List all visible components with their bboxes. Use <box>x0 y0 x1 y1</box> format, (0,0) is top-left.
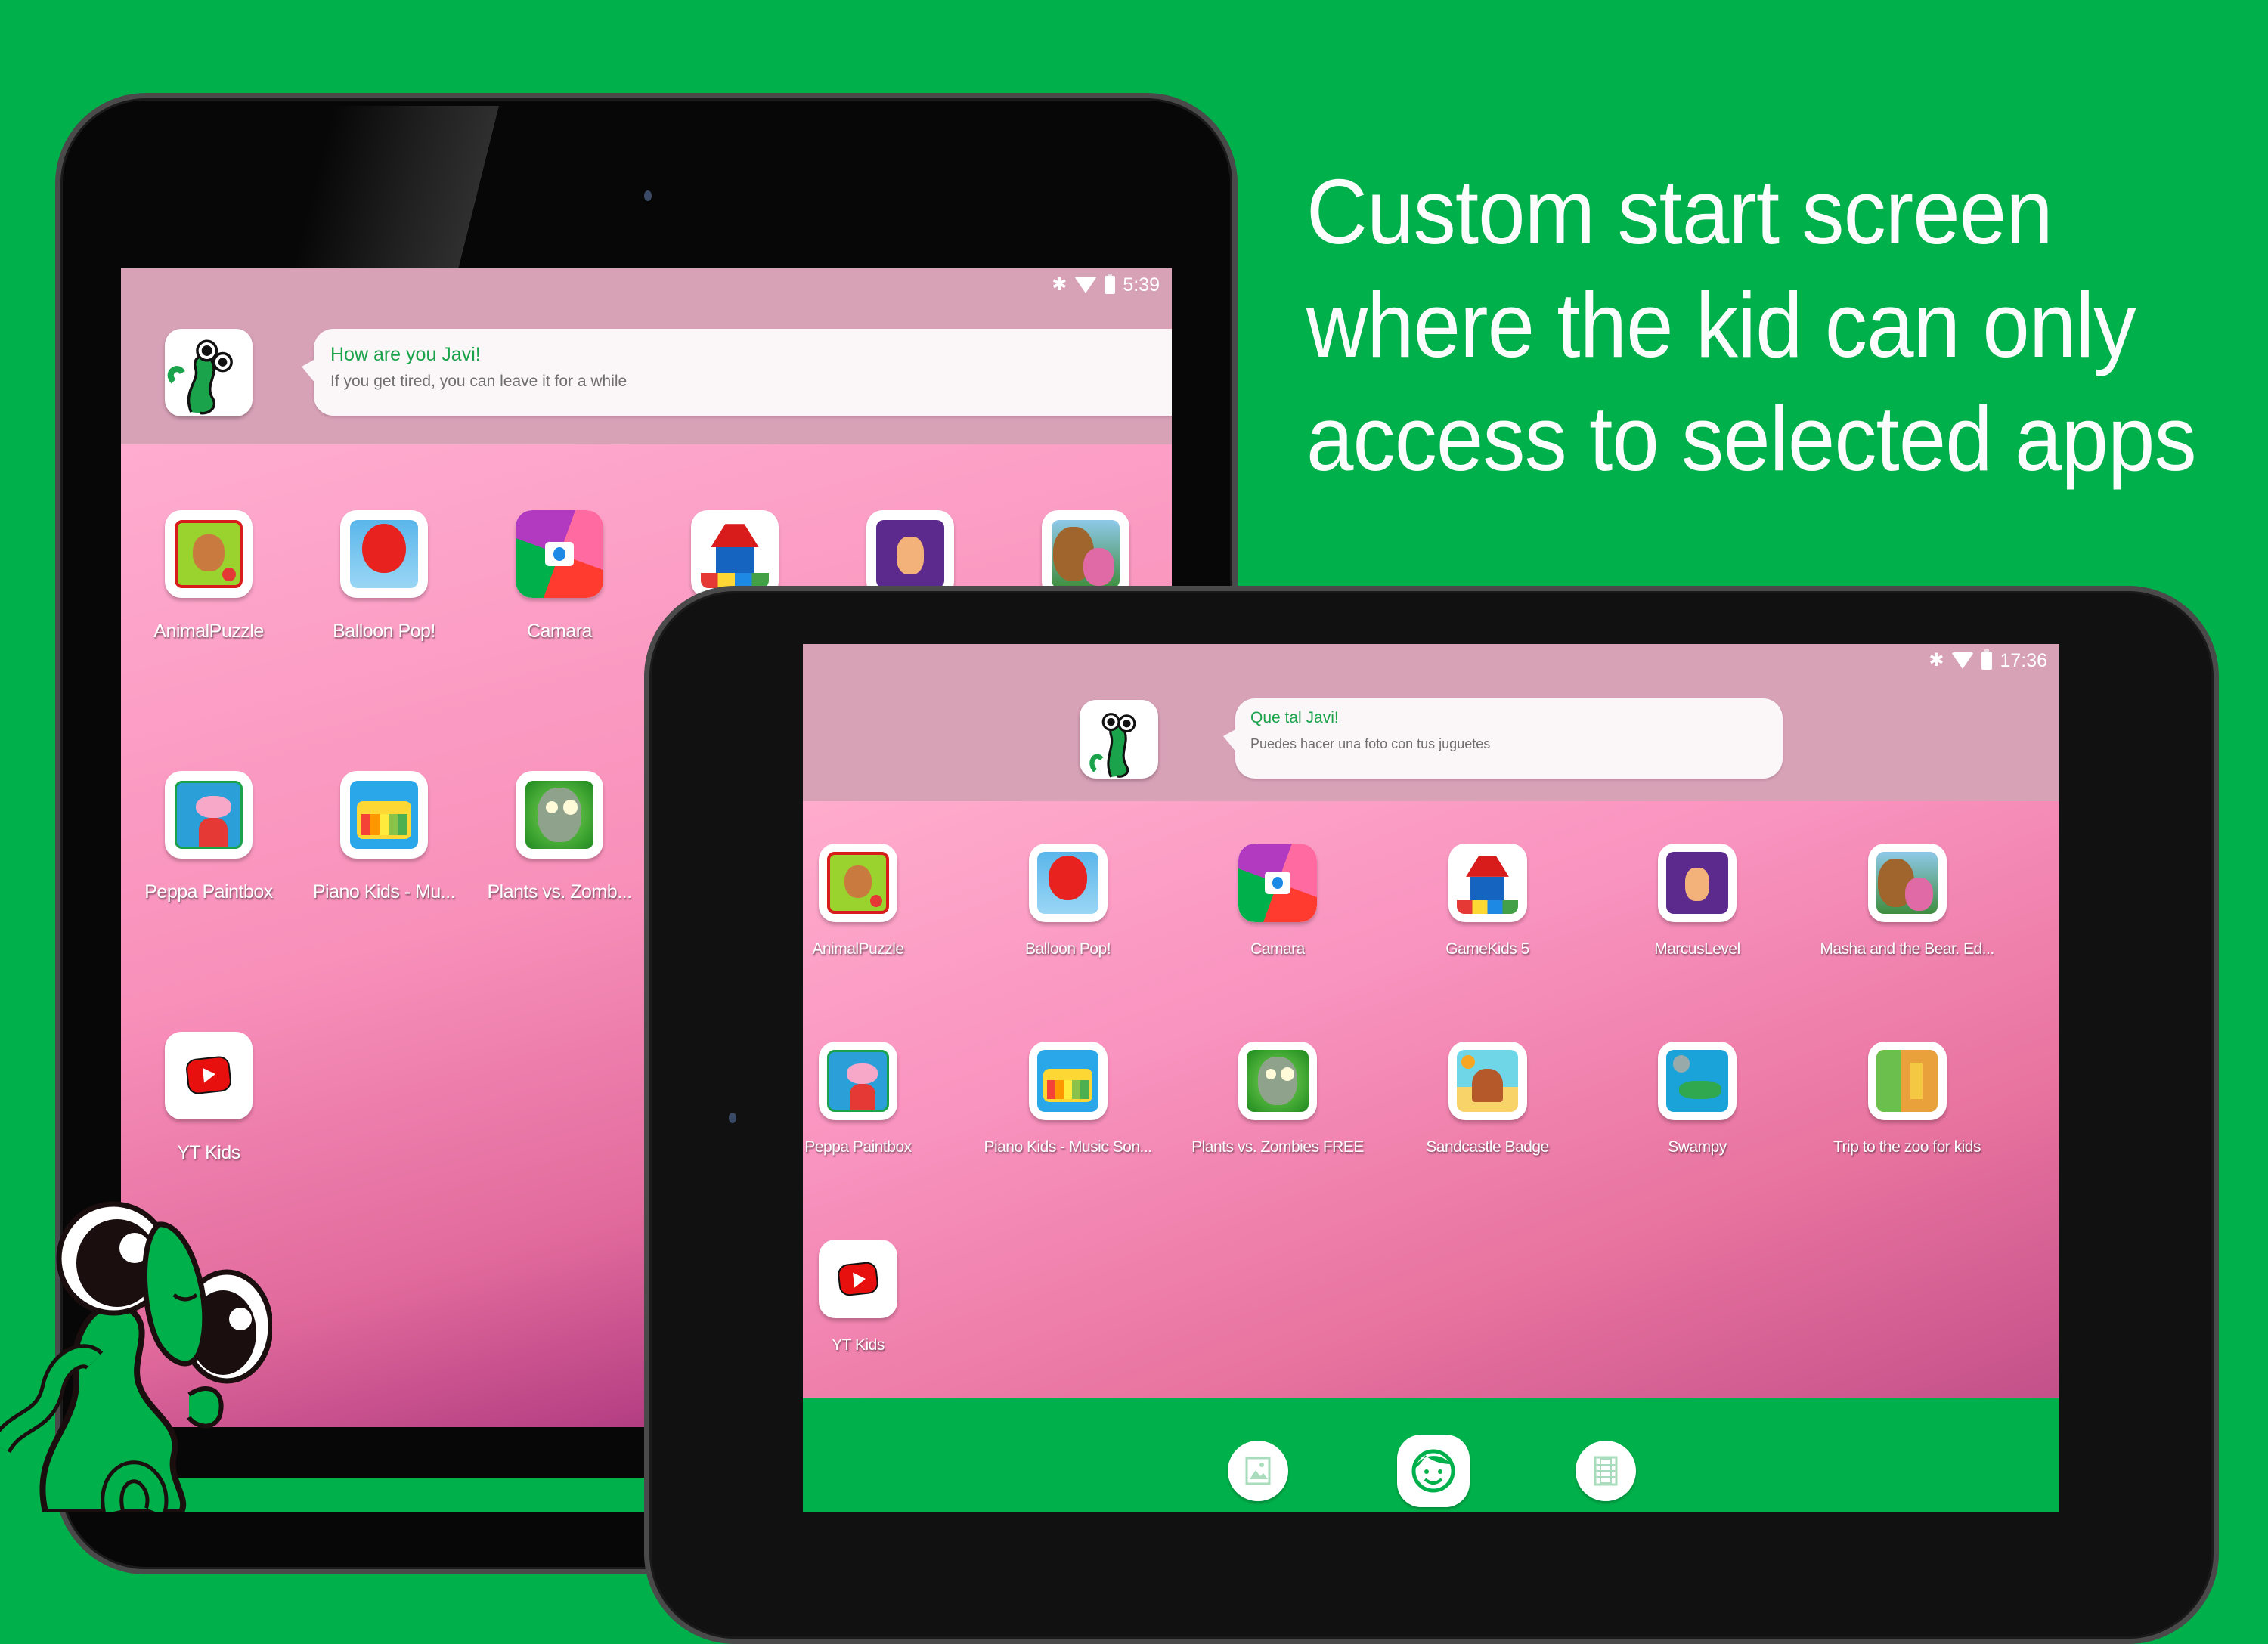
app-label: Trip to the zoo for kids <box>1833 1138 1981 1156</box>
nav-home-button[interactable] <box>1397 1435 1470 1507</box>
greeting-title: Que tal Javi! <box>1250 709 1339 726</box>
app-peppa-paintbox[interactable]: Peppa Paintbox <box>803 1042 956 1156</box>
app-label: GameKids 5 <box>1445 940 1529 958</box>
greeting-bubble: How are you Javi! If you get tired, you … <box>302 329 1172 416</box>
gamekids-house-icon[interactable] <box>691 510 779 598</box>
front-camera <box>729 1113 736 1123</box>
app-label: MarcusLevel <box>1654 940 1740 958</box>
bluetooth-icon: ✱ <box>1052 274 1067 295</box>
app-label: Plants vs. Zomb... <box>487 881 632 902</box>
mascot-avatar[interactable] <box>165 329 253 416</box>
app-label: YT Kids <box>832 1336 885 1354</box>
app-masha-and-the-bear-ed[interactable]: Masha and the Bear. Ed... <box>1809 844 2006 958</box>
image-icon <box>1245 1457 1271 1485</box>
app-yt-kids[interactable]: YT Kids <box>122 1032 296 1164</box>
sandcastle-icon[interactable] <box>1448 1042 1527 1120</box>
camera-icon[interactable] <box>1238 844 1317 922</box>
youtube-kids-icon[interactable] <box>165 1032 253 1119</box>
gecko-mascot-illustration <box>0 1201 272 1512</box>
app-camara[interactable]: Camara <box>472 510 646 642</box>
zoo-icon[interactable] <box>1867 1042 1947 1120</box>
film-icon <box>1594 1456 1618 1486</box>
status-bar: ✱ 17:36 <box>1929 644 2059 677</box>
battery-icon <box>1105 274 1116 294</box>
gecko-icon <box>167 339 233 415</box>
camera-icon[interactable] <box>516 510 603 598</box>
app-piano-kids-mu[interactable]: Piano Kids - Mu... <box>297 771 471 903</box>
app-label: Swampy <box>1668 1138 1727 1156</box>
app-piano-kids-music-son[interactable]: Piano Kids - Music Son... <box>970 1042 1167 1156</box>
wifi-icon <box>1951 652 1975 669</box>
app-peppa-paintbox[interactable]: Peppa Paintbox <box>122 771 296 903</box>
headline-line-1: Custom start screen <box>1306 160 2053 263</box>
wifi-icon <box>1074 277 1098 293</box>
app-label: Piano Kids - Mu... <box>312 881 456 902</box>
monkey-puzzle-icon[interactable] <box>165 510 253 598</box>
app-plants-vs-zombies-free[interactable]: Plants vs. Zombies FREE <box>1179 1042 1376 1156</box>
monkey-puzzle-icon[interactable] <box>819 844 897 922</box>
app-gamekids-5[interactable]: GameKids 5 <box>1390 844 1586 958</box>
right-tablet-screen: ✱ 17:36 Que tal Javi! Puedes hacer una f… <box>803 644 2059 1512</box>
masha-bear-icon[interactable] <box>1867 844 1947 922</box>
app-trip-to-the-zoo-for-kids[interactable]: Trip to the zoo for kids <box>1809 1042 2006 1156</box>
masha-bear-icon[interactable] <box>1042 510 1129 598</box>
app-label: Camara <box>1250 940 1305 958</box>
marcus-level-icon[interactable] <box>866 510 954 598</box>
front-camera <box>644 190 652 201</box>
app-label: Balloon Pop! <box>1024 940 1111 958</box>
app-label: Plants vs. Zombies FREE <box>1191 1138 1364 1156</box>
swampy-icon[interactable] <box>1658 1042 1737 1120</box>
app-animalpuzzle[interactable]: AnimalPuzzle <box>803 844 956 958</box>
red-balloon-icon[interactable] <box>340 510 428 598</box>
app-label: AnimalPuzzle <box>812 940 904 958</box>
marcus-level-icon[interactable] <box>1658 844 1737 922</box>
greeting-message: Puedes hacer una foto con tus juguetes <box>1250 736 1491 751</box>
bottom-nav-bar <box>803 1398 2059 1512</box>
app-animalpuzzle[interactable]: AnimalPuzzle <box>122 510 296 642</box>
bluetooth-icon: ✱ <box>1929 650 1944 670</box>
status-time: 17:36 <box>2000 649 2047 671</box>
gamekids-house-icon[interactable] <box>1448 844 1527 922</box>
piano-icon[interactable] <box>340 771 428 859</box>
zombie-icon[interactable] <box>516 771 603 859</box>
peppa-pig-icon[interactable] <box>819 1042 897 1120</box>
app-yt-kids[interactable]: YT Kids <box>803 1240 956 1355</box>
greeting-title: How are you Javi! <box>330 344 481 365</box>
app-label: AnimalPuzzle <box>153 621 264 642</box>
app-label: Peppa Paintbox <box>144 881 273 902</box>
nav-gallery-button[interactable] <box>1228 1441 1288 1501</box>
app-label: Sandcastle Badge <box>1426 1138 1549 1156</box>
app-sandcastle-badge[interactable]: Sandcastle Badge <box>1390 1042 1586 1156</box>
headline-line-3: access to selected apps <box>1306 387 2197 490</box>
greeting-bubble: Que tal Javi! Puedes hacer una foto con … <box>1223 698 1783 779</box>
app-swampy[interactable]: Swampy <box>1599 1042 1796 1156</box>
headline: Custom start screen where the kid can on… <box>1306 155 2268 495</box>
nav-videos-button[interactable] <box>1576 1441 1636 1501</box>
app-label: Masha and the Bear. Ed... <box>1820 940 1994 958</box>
gecko-icon <box>1089 713 1136 778</box>
status-time: 5:39 <box>1123 274 1160 296</box>
app-label: YT Kids <box>177 1142 240 1163</box>
app-label: Peppa Paintbox <box>804 1138 912 1156</box>
app-label: Camara <box>527 621 592 642</box>
app-label: Piano Kids - Music Son... <box>984 1138 1152 1156</box>
peppa-pig-icon[interactable] <box>165 771 253 859</box>
app-label: Balloon Pop! <box>333 621 435 642</box>
app-plants-vs-zomb[interactable]: Plants vs. Zomb... <box>472 771 646 903</box>
app-balloon-pop[interactable]: Balloon Pop! <box>970 844 1167 958</box>
app-camara[interactable]: Camara <box>1179 844 1376 958</box>
greeting-message: If you get tired, you can leave it for a… <box>330 373 627 390</box>
headline-line-2: where the kid can only <box>1306 274 2136 376</box>
screen-glare <box>287 106 499 287</box>
app-balloon-pop[interactable]: Balloon Pop! <box>297 510 471 642</box>
app-marcuslevel[interactable]: MarcusLevel <box>1599 844 1796 958</box>
red-balloon-icon[interactable] <box>1028 844 1108 922</box>
mascot-avatar[interactable] <box>1080 700 1158 779</box>
zombie-icon[interactable] <box>1238 1042 1317 1120</box>
status-bar: ✱ 5:39 <box>1052 268 1172 302</box>
youtube-kids-icon[interactable] <box>819 1240 897 1318</box>
piano-icon[interactable] <box>1028 1042 1108 1120</box>
kid-face-icon <box>1411 1449 1455 1493</box>
battery-icon <box>1981 649 1993 670</box>
